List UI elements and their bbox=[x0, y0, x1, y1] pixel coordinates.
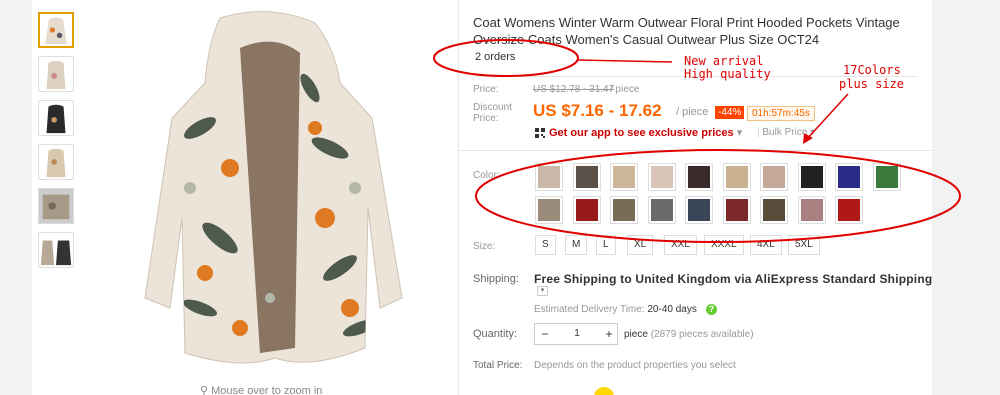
color-swatch[interactable] bbox=[872, 163, 901, 191]
thumbnail-2[interactable] bbox=[38, 56, 74, 92]
chevron-down-icon: ▾ bbox=[810, 127, 816, 138]
color-swatch[interactable] bbox=[647, 163, 676, 191]
availability: piece (2879 pieces available) bbox=[624, 329, 754, 340]
total-price-note: Depends on the product properties you se… bbox=[534, 360, 736, 371]
annotation-plus-size: plus size bbox=[839, 77, 905, 91]
size-option[interactable]: 4XL bbox=[750, 235, 782, 255]
size-option[interactable]: 5XL bbox=[788, 235, 820, 255]
color-swatch[interactable] bbox=[722, 163, 751, 191]
annotation-high-quality: High quality bbox=[684, 67, 771, 81]
size-option[interactable]: L bbox=[596, 235, 616, 255]
discount-price-label-2: Price: bbox=[473, 113, 499, 124]
shipping-dropdown-icon[interactable]: ▾ bbox=[537, 286, 548, 296]
size-option[interactable]: S bbox=[535, 235, 556, 255]
quantity-unit: piece bbox=[624, 329, 648, 340]
color-swatch[interactable] bbox=[572, 163, 601, 191]
original-price-unit: / piece bbox=[610, 84, 640, 95]
shipping-method: Free Shipping to United Kingdom via AliE… bbox=[534, 272, 933, 286]
color-swatch[interactable] bbox=[722, 196, 751, 224]
size-option[interactable]: XXL bbox=[664, 235, 697, 255]
quantity-input[interactable]: 1 bbox=[555, 324, 599, 344]
magnifier-icon: ⚲ bbox=[200, 385, 212, 395]
color-label: Color: bbox=[473, 170, 500, 181]
app-promo-link[interactable]: Get our app to see exclusive prices ▾ bbox=[549, 126, 742, 139]
divider bbox=[458, 150, 932, 151]
color-swatch[interactable] bbox=[685, 196, 713, 224]
discount-badge: -44% bbox=[715, 106, 745, 119]
thumbnail-5[interactable] bbox=[38, 188, 74, 224]
est-value: 20-40 days bbox=[647, 304, 697, 315]
price-label: Price: bbox=[473, 84, 499, 95]
increase-button[interactable]: + bbox=[599, 324, 619, 344]
orders-count[interactable]: 2 orders bbox=[475, 51, 515, 63]
help-icon[interactable]: ? bbox=[706, 304, 717, 315]
zoom-hint-text: Mouse over to zoom in bbox=[211, 385, 323, 395]
chevron-down-icon: ▾ bbox=[736, 127, 743, 139]
size-option[interactable]: XL bbox=[627, 235, 654, 255]
zoom-hint: ⚲ Mouse over to zoom in bbox=[200, 384, 322, 395]
thumbnail-1[interactable] bbox=[38, 12, 74, 48]
color-swatch[interactable] bbox=[535, 196, 563, 224]
color-swatch[interactable] bbox=[760, 196, 788, 224]
product-image[interactable] bbox=[110, 8, 430, 378]
color-swatch[interactable] bbox=[797, 196, 826, 224]
thumbnail-strip bbox=[38, 12, 74, 276]
thumbnail-6[interactable] bbox=[38, 232, 74, 268]
annotation-17colors: 17Colors bbox=[843, 63, 901, 77]
color-swatch[interactable] bbox=[835, 163, 863, 191]
color-swatch[interactable] bbox=[685, 163, 713, 191]
decrease-button[interactable]: − bbox=[535, 324, 555, 344]
thumbnail-3[interactable] bbox=[38, 100, 74, 136]
discount-price: US $7.16 - 17.62 bbox=[533, 101, 662, 120]
countdown-timer: 01h:57m:45s bbox=[747, 106, 815, 121]
discount-price-unit: / piece bbox=[676, 106, 709, 118]
bulk-price-dropdown[interactable]: | Bulk Price ▾ bbox=[757, 127, 815, 138]
color-swatch[interactable] bbox=[647, 196, 676, 224]
pieces-available: (2879 pieces available) bbox=[650, 329, 754, 340]
column-divider bbox=[458, 0, 459, 395]
quantity-label: Quantity: bbox=[473, 328, 518, 340]
size-option[interactable]: M bbox=[565, 235, 588, 255]
size-option[interactable]: XXXL bbox=[704, 235, 744, 255]
original-price: US $12.78 - 31.47 bbox=[533, 84, 615, 95]
color-swatch[interactable] bbox=[610, 163, 638, 191]
estimated-delivery: Estimated Delivery Time: 20-40 days bbox=[534, 304, 697, 315]
color-swatch[interactable] bbox=[835, 196, 863, 224]
product-title: Coat Womens Winter Warm Outwear Floral P… bbox=[473, 15, 900, 47]
shipping-label: Shipping: bbox=[473, 273, 519, 285]
quantity-stepper: − 1 + bbox=[534, 323, 618, 345]
thumbnail-4[interactable] bbox=[38, 144, 74, 180]
qr-code-icon bbox=[535, 128, 545, 138]
color-swatch[interactable] bbox=[760, 163, 788, 191]
color-swatch[interactable] bbox=[535, 163, 563, 191]
discount-price-label-1: Discount bbox=[473, 102, 512, 113]
color-swatch[interactable] bbox=[797, 163, 826, 191]
color-swatch[interactable] bbox=[572, 196, 601, 224]
color-swatch[interactable] bbox=[610, 196, 638, 224]
size-label: Size: bbox=[473, 241, 496, 252]
est-label: Estimated Delivery Time: bbox=[534, 304, 645, 315]
total-price-label: Total Price: bbox=[473, 360, 523, 371]
